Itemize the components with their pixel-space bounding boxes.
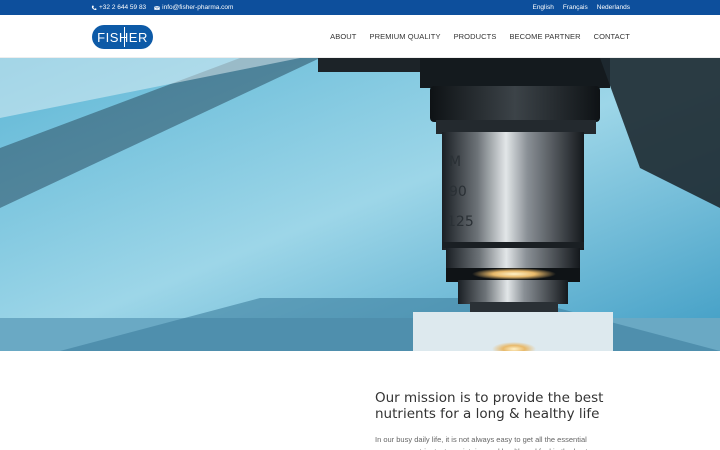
microscope-image: M 90 125	[0, 58, 720, 351]
mission-section: Our mission is to provide the best nutri…	[375, 390, 615, 450]
language-english[interactable]: English	[532, 4, 553, 11]
mission-body: In our busy daily life, it is not always…	[375, 435, 588, 450]
language-switcher: English Français Nederlands	[532, 0, 630, 15]
phone-icon	[91, 5, 97, 10]
nav-about[interactable]: ABOUT	[330, 32, 356, 41]
fisher-logo[interactable]: FISHER	[92, 25, 153, 49]
email-link[interactable]: info@fisher-pharma.com	[154, 4, 233, 11]
lens-label-m: M	[449, 154, 461, 170]
top-bar: +32 2 644 59 83 info@fisher-pharma.com E…	[0, 0, 720, 15]
nav-contact[interactable]: CONTACT	[594, 32, 630, 41]
envelope-icon	[154, 5, 161, 10]
mission-title: Our mission is to provide the best nutri…	[375, 390, 604, 422]
nav-become-partner[interactable]: BECOME PARTNER	[509, 32, 580, 41]
site-header: FISHER ABOUT PREMIUM QUALITY PRODUCTS BE…	[0, 15, 720, 58]
phone-number: +32 2 644 59 83	[99, 4, 147, 11]
lens-label-90: 90	[449, 184, 467, 200]
page: +32 2 644 59 83 info@fisher-pharma.com E…	[0, 0, 720, 450]
logo-text: FISHER	[97, 26, 148, 47]
nav-premium-quality[interactable]: PREMIUM QUALITY	[369, 32, 440, 41]
language-dutch[interactable]: Nederlands	[597, 4, 630, 11]
email-address: info@fisher-pharma.com	[162, 4, 234, 11]
nav-products[interactable]: PRODUCTS	[454, 32, 497, 41]
lens-label-125: 125	[447, 214, 474, 230]
hero-banner: M 90 125	[0, 58, 720, 351]
language-french[interactable]: Français	[563, 4, 588, 11]
contact-info: +32 2 644 59 83 info@fisher-pharma.com	[91, 0, 233, 15]
main-nav: ABOUT PREMIUM QUALITY PRODUCTS BECOME PA…	[330, 15, 630, 58]
phone-link[interactable]: +32 2 644 59 83	[91, 4, 146, 11]
